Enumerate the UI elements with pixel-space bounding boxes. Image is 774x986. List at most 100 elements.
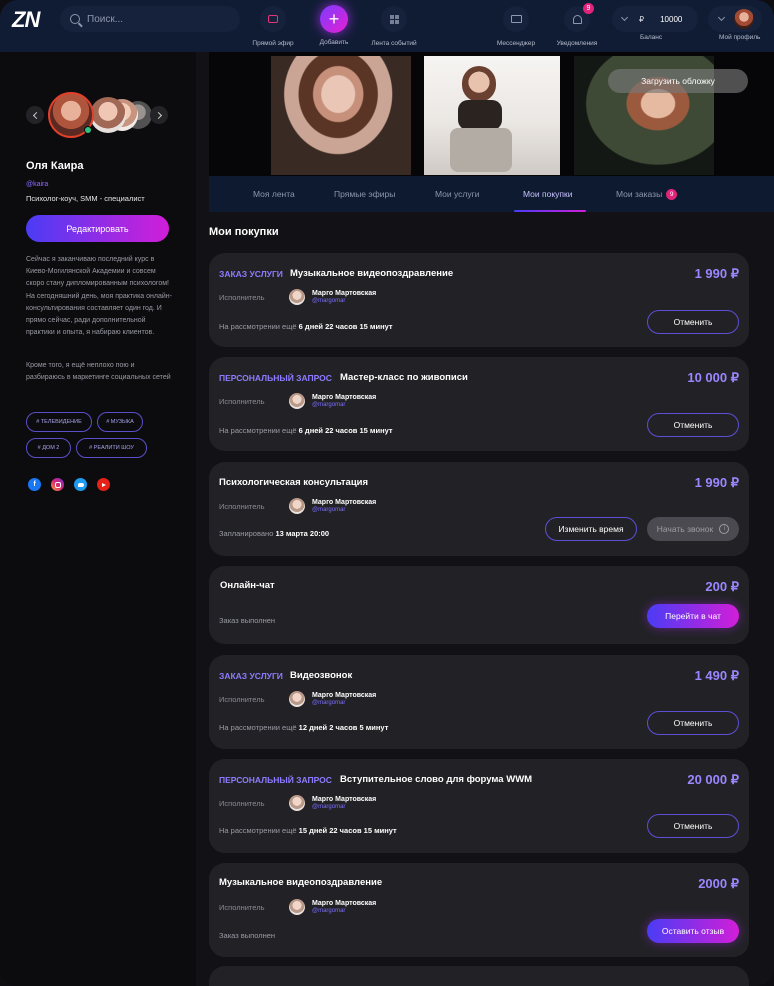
status-prefix: Запланировано [219, 529, 274, 538]
executor-name: Марго Мартовская [312, 692, 377, 699]
executor-label: Исполнитель [219, 397, 265, 406]
order-card [209, 966, 749, 986]
chevron-down-icon [717, 13, 726, 22]
chevron-down-icon [620, 13, 629, 22]
order-price: 2000 ₽ [698, 876, 739, 891]
logo[interactable]: ZN [12, 7, 40, 33]
tab-my-feed[interactable]: Моя лента [253, 189, 295, 199]
balance-label: Баланс [640, 34, 663, 41]
start-call-button[interactable]: Начать звонок i [647, 517, 739, 541]
camera-icon [268, 15, 278, 23]
currency-icon: ₽ [639, 14, 645, 24]
executor-user[interactable]: Марго Мартовская @margomar [289, 393, 376, 409]
cancel-button[interactable]: Отменить [647, 310, 739, 334]
cancel-button[interactable]: Отменить [647, 711, 739, 735]
status-value: 12 дней 2 часов 5 минут [298, 723, 389, 732]
avatar[interactable] [734, 9, 754, 29]
nav-notifications-button[interactable]: 9 [564, 3, 594, 32]
edit-profile-button[interactable]: Редактировать [26, 215, 169, 242]
executor-label: Исполнитель [219, 903, 265, 912]
status-prefix: На рассмотрении ещё [219, 322, 297, 331]
balance-value: 10000 [660, 14, 683, 24]
tag-chip[interactable]: # МУЗЫКА [97, 412, 143, 432]
status-value: 6 дней 22 часов 15 минут [298, 322, 393, 331]
nav-messenger-button[interactable] [503, 6, 529, 32]
upload-cover-button[interactable]: Загрузить обложку [608, 69, 748, 93]
executor-handle: @margomar [312, 700, 346, 706]
order-card: Онлайн-чат 200 ₽ Заказ выполнен Перейти … [209, 566, 749, 644]
order-price: 1 490 ₽ [694, 668, 739, 683]
tab-live-streams[interactable]: Прямые эфиры [334, 189, 395, 199]
profile-sidebar: Оля Каира @kaira Психолог-коуч, SMM - сп… [0, 52, 196, 986]
twitter-icon[interactable] [74, 478, 87, 491]
avatar[interactable] [90, 97, 126, 133]
nav-feed-button[interactable] [381, 6, 407, 32]
change-time-button[interactable]: Изменить время [545, 517, 637, 541]
start-call-label: Начать звонок [656, 524, 714, 534]
order-type: ПЕРСОНАЛЬНЫЙ ЗАПРОС [219, 775, 332, 785]
executor-name: Марго Мартовская [312, 290, 377, 297]
nav-live-label: Прямой эфир [252, 40, 294, 47]
plus-icon[interactable]: + [320, 5, 348, 33]
carousel-next-button[interactable] [150, 106, 168, 124]
balance-pill[interactable]: ₽ 10000 [612, 6, 698, 32]
executor-user[interactable]: Марго Мартовская @margomar [289, 691, 376, 707]
tag-chip[interactable]: # ТЕЛЕВИДЕНИЕ [26, 412, 92, 432]
cover-photo [424, 56, 560, 175]
nav-notifications-label: Уведомления [556, 40, 598, 47]
nav-live[interactable]: Прямой эфир [252, 0, 294, 47]
cover-photo [271, 56, 411, 175]
go-to-chat-button[interactable]: Перейти в чат [647, 604, 739, 628]
order-title: Видеозвонок [290, 670, 353, 681]
nav-notifications[interactable]: 9 Уведомления [557, 0, 597, 47]
orders-count-badge: 9 [666, 189, 678, 201]
tab-my-orders[interactable]: Мои заказы 9 [616, 189, 678, 201]
grid-icon [389, 14, 399, 24]
executor-user[interactable]: Марго Мартовская @margomar [289, 795, 376, 811]
social-links: f [28, 478, 110, 491]
instagram-icon[interactable] [51, 478, 64, 491]
tab-my-services[interactable]: Мои услуги [435, 189, 479, 199]
carousel-prev-button[interactable] [26, 106, 44, 124]
arrow-left-icon [32, 111, 40, 119]
nav-messenger-label: Мессенджер [496, 40, 536, 47]
order-price: 1 990 ₽ [694, 475, 739, 490]
order-status: На рассмотрении ещё 12 дней 2 часов 5 ми… [219, 723, 388, 732]
cancel-button[interactable]: Отменить [647, 413, 739, 437]
profile-handle[interactable]: @kaira [26, 181, 48, 188]
status-value: 13 марта 20:00 [275, 529, 330, 538]
executor-user[interactable]: Марго Мартовская @margomar [289, 289, 376, 305]
youtube-icon[interactable] [97, 478, 110, 491]
nav-feed-label: Лента событий [371, 40, 417, 47]
order-title: Онлайн-чат [220, 580, 275, 591]
order-title: Вступительное слово для форума WWM [340, 774, 533, 785]
facebook-icon[interactable]: f [28, 478, 41, 491]
order-title: Музыкальное видеопоздравление [219, 877, 383, 888]
tag-chip[interactable]: # РЕАЛИТИ ШОУ [76, 438, 147, 458]
nav-add-label: Добавить [319, 39, 349, 46]
profile-pill[interactable] [708, 6, 762, 32]
order-status: Запланировано 13 марта 20:00 [219, 529, 329, 538]
profile-role: Психолог-коуч, SMM - специалист [26, 194, 145, 203]
profile-bio-extra: Кроме того, я ещё неплохо пою и разбираю… [26, 362, 171, 382]
app-frame: ZN Прямой эфир + Добавить Лента событий … [0, 0, 774, 986]
tab-my-orders-label: Мои заказы [616, 189, 663, 199]
executor-user[interactable]: Марго Мартовская @margomar [289, 899, 376, 915]
active-tab-indicator [514, 210, 586, 212]
nav-add[interactable]: + Добавить [318, 0, 350, 46]
executor-user[interactable]: Марго Мартовская @margomar [289, 498, 376, 514]
nav-live-button[interactable] [260, 6, 286, 32]
executor-label: Исполнитель [219, 695, 265, 704]
tab-my-purchases[interactable]: Мои покупки [523, 189, 572, 199]
tag-chip[interactable]: # ДОМ 2 [26, 438, 71, 458]
nav-messenger[interactable]: Мессенджер [497, 0, 535, 47]
cancel-button[interactable]: Отменить [647, 814, 739, 838]
leave-review-button[interactable]: Оставить отзыв [647, 919, 739, 943]
search-box[interactable] [60, 6, 240, 32]
search-input[interactable] [87, 13, 217, 25]
order-card: ПЕРСОНАЛЬНЫЙ ЗАПРОС Вступительное слово … [209, 759, 749, 853]
nav-feed[interactable]: Лента событий [371, 0, 417, 47]
status-value: 15 дней 22 часов 15 минут [298, 826, 397, 835]
avatar [289, 289, 305, 305]
status-prefix: На рассмотрении ещё [219, 826, 297, 835]
